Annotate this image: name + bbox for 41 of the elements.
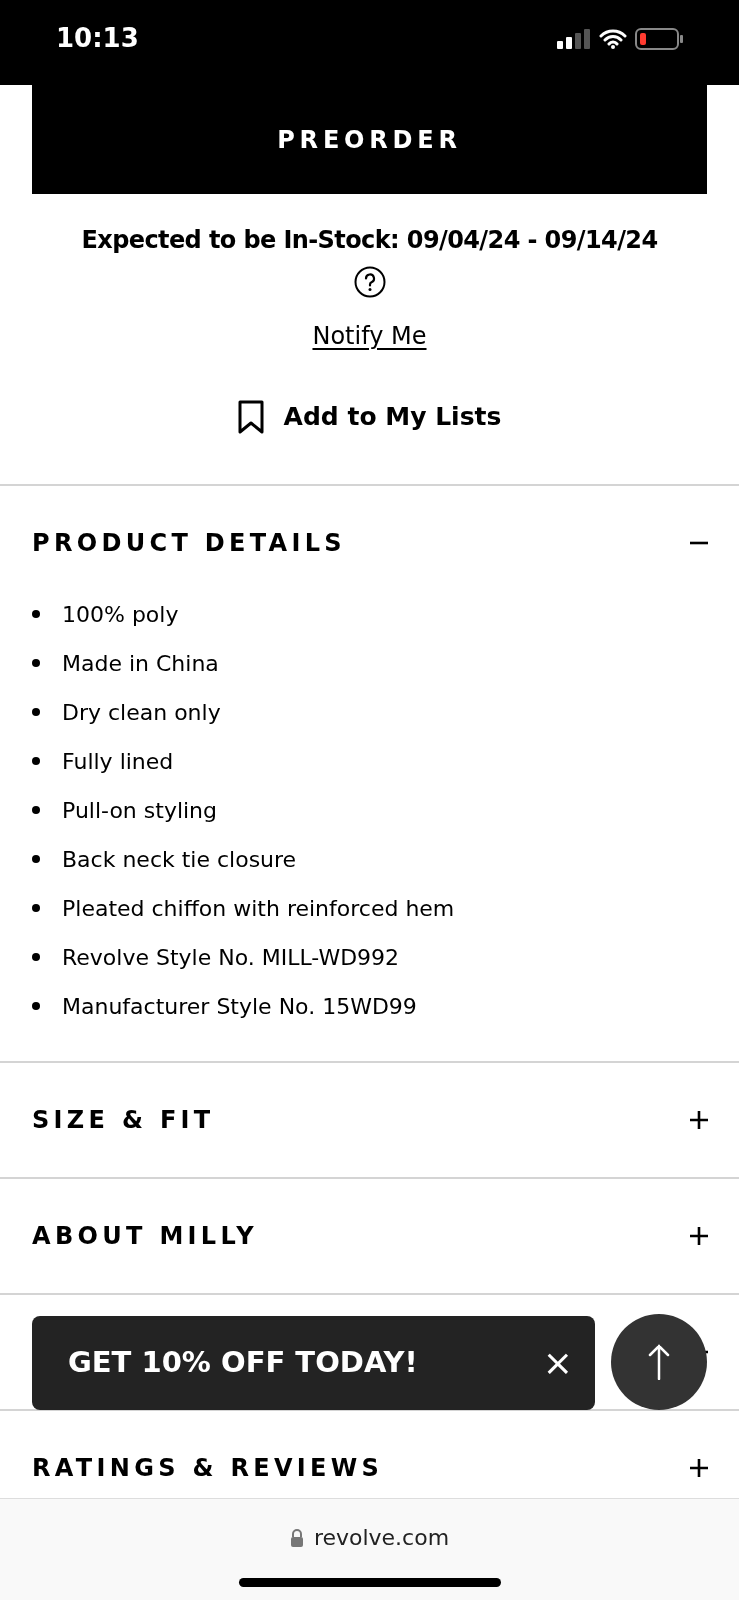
close-button[interactable]: ×: [542, 1345, 573, 1381]
section-title[interactable]: SIZE & FIT: [32, 1101, 215, 1138]
signal-icon: [557, 28, 591, 49]
stock-note: Expected to be In-Stock: 09/04/24 - 09/14/24: [81, 225, 658, 256]
clock: 10:13: [56, 22, 139, 55]
preorder-button[interactable]: PREORDER: [32, 85, 707, 194]
lock-icon: [289, 1528, 304, 1547]
battery-icon: [635, 27, 683, 50]
url-text[interactable]: revolve.com: [313, 1521, 450, 1554]
bullet-icon: [32, 610, 40, 618]
notify-link[interactable]: Notify Me: [312, 318, 427, 354]
promo-banner[interactable]: GET 10% OFF TODAY! ×: [32, 1316, 595, 1410]
bullet-icon: [32, 953, 40, 961]
detail-item: Made in China: [62, 649, 219, 678]
detail-item: Manufacturer Style No. 15WD99: [62, 992, 417, 1021]
detail-item: 100% poly: [62, 600, 179, 629]
bullet-icon: [32, 1002, 40, 1010]
bullet-icon: [32, 855, 40, 863]
add-to-lists-button[interactable]: Add to My Lists: [237, 398, 502, 436]
bullet-icon: [32, 757, 40, 765]
plus-icon[interactable]: [689, 1225, 709, 1246]
section-title[interactable]: RATINGS & REVIEWS: [32, 1449, 384, 1486]
promo-text: GET 10% OFF TODAY!: [68, 1344, 418, 1382]
arrow-up-icon: [648, 1344, 670, 1380]
help-icon[interactable]: [353, 266, 386, 298]
detail-item: Revolve Style No. MILL-WD992: [62, 943, 400, 972]
detail-item: Back neck tie closure: [62, 845, 297, 874]
plus-icon[interactable]: [689, 1109, 709, 1130]
plus-icon[interactable]: [689, 1457, 709, 1478]
wifi-icon: [599, 28, 627, 49]
bullet-icon: [32, 806, 40, 814]
section-title[interactable]: ABOUT MILLY: [32, 1217, 259, 1254]
bullet-icon: [32, 659, 40, 667]
bullet-icon: [32, 708, 40, 716]
detail-item: Fully lined: [62, 747, 174, 776]
detail-item: Pleated chiffon with reinforced hem: [62, 894, 455, 923]
section-title[interactable]: PRODUCT DETAILS: [32, 524, 346, 561]
bookmark-icon: [237, 399, 264, 434]
bullet-icon: [32, 904, 40, 912]
detail-item: Pull-on styling: [62, 796, 218, 825]
detail-item: Dry clean only: [62, 698, 221, 727]
